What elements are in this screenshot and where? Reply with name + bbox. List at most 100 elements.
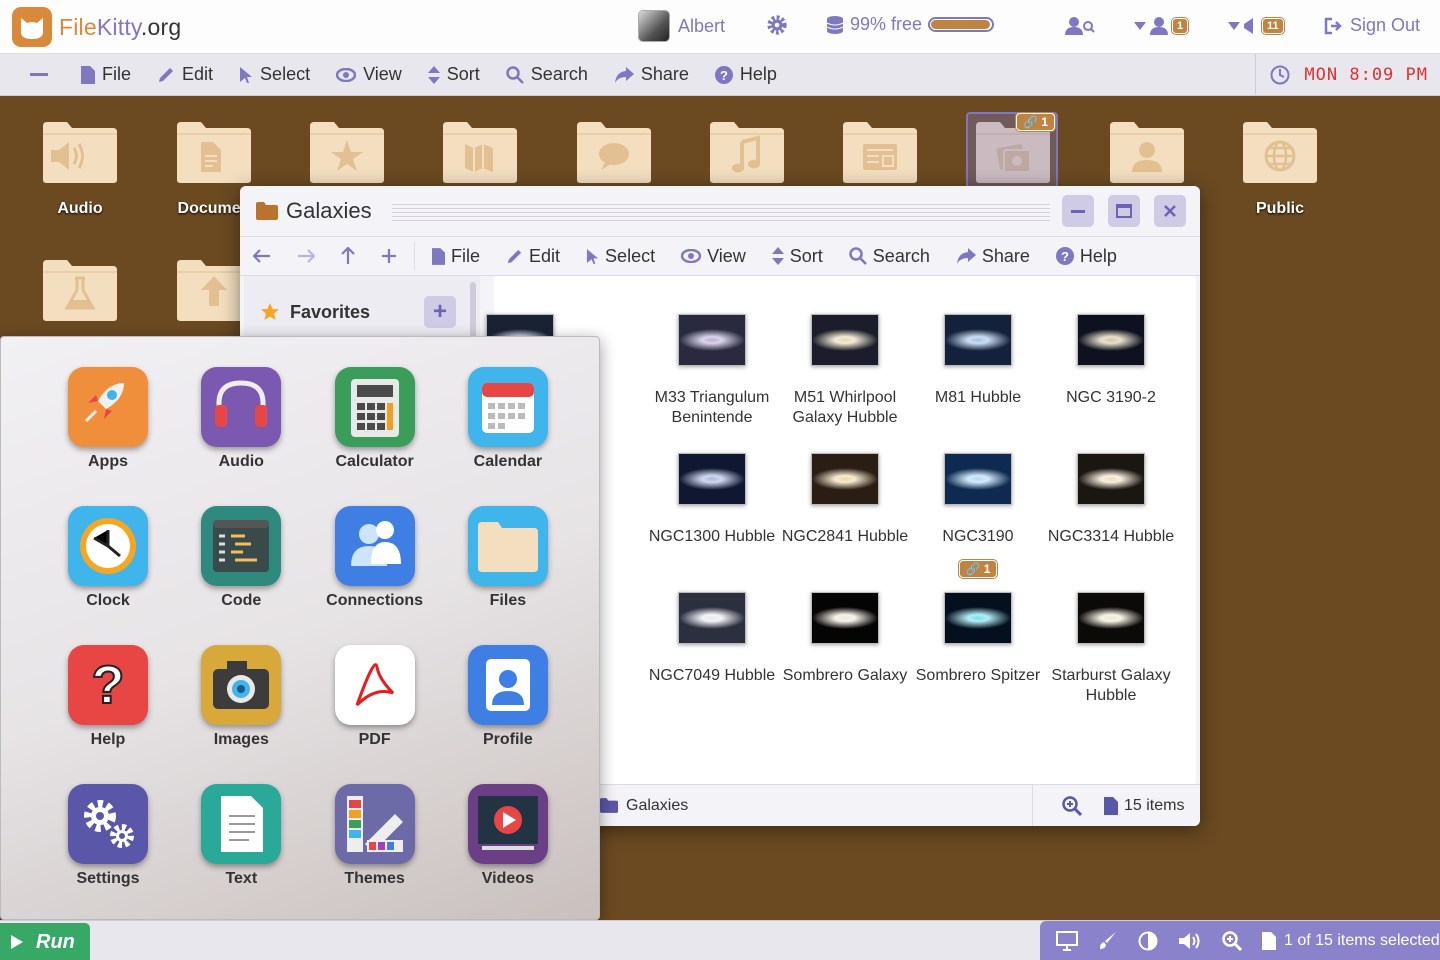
zoom-icon[interactable] (1222, 931, 1242, 951)
user-menu[interactable]: Albert (638, 10, 725, 42)
app-code[interactable]: Code (174, 506, 308, 610)
close-button[interactable] (1154, 195, 1186, 227)
notifications-menu[interactable]: 11 (1228, 16, 1284, 36)
status-divider (1032, 785, 1033, 826)
back-button[interactable] (240, 249, 284, 263)
menu-help[interactable]: ? Help (702, 54, 790, 95)
file-name: M81 Hubble (934, 389, 1022, 406)
app-calculator[interactable]: Calculator (308, 367, 442, 471)
desktop-folder-flask[interactable] (20, 258, 140, 322)
menu-select[interactable]: Select (226, 54, 323, 95)
file-item[interactable]: M51 Whirlpool Galaxy Hubble (780, 314, 910, 428)
app-calendar[interactable]: Calendar (441, 367, 575, 471)
window-menu-sort[interactable]: Sort (759, 246, 836, 267)
file-name: NGC2841 Hubble (781, 528, 909, 545)
desktop-folder-star[interactable] (287, 120, 407, 184)
volume-icon[interactable] (1178, 931, 1202, 951)
menu-share[interactable]: Share (601, 54, 702, 95)
file-item[interactable]: NGC3314 Hubble (1046, 453, 1176, 547)
app-apps[interactable]: Apps (41, 367, 175, 471)
window-titlebar[interactable]: Galaxies (240, 186, 1200, 236)
file-item[interactable]: M33 Triangulum Benintende (647, 314, 777, 428)
maximize-button[interactable] (1108, 195, 1140, 227)
app-text[interactable]: Text (174, 784, 308, 888)
desktop-folder-public[interactable]: Public (1220, 120, 1340, 218)
app-themes[interactable]: Themes (308, 784, 442, 888)
pencil-icon (157, 66, 175, 84)
desktop-folder-news[interactable] (820, 120, 940, 184)
galaxy-thumbnail (678, 453, 746, 505)
window-menu-help[interactable]: ? Help (1043, 246, 1130, 267)
menu-edit[interactable]: Edit (144, 54, 226, 95)
new-button[interactable] (368, 248, 410, 264)
app-settings[interactable]: Settings (41, 784, 175, 888)
users-icon (1149, 16, 1169, 36)
file-item[interactable]: NGC1300 Hubble (647, 453, 777, 547)
sort-icon (427, 65, 440, 84)
sign-out-button[interactable]: Sign Out (1324, 15, 1420, 36)
window-menu-edit[interactable]: Edit (493, 246, 573, 267)
app-pdf[interactable]: PDF (308, 645, 442, 749)
desktop-folder-audio[interactable]: Audio (20, 120, 140, 218)
file-item[interactable]: NGC3190 (913, 453, 1043, 547)
app-help[interactable]: ? Help (41, 645, 175, 749)
up-button[interactable] (328, 247, 368, 265)
desktop-folder-music[interactable] (687, 120, 807, 184)
pointer-icon (239, 66, 253, 84)
window-menu-file[interactable]: File (419, 246, 493, 267)
app-profile[interactable]: Profile (441, 645, 575, 749)
file-item[interactable]: NGC2841 Hubble (780, 453, 910, 547)
window-menu-share-label: Share (981, 245, 1030, 266)
menu-sort[interactable]: Sort (415, 54, 493, 95)
menu-file[interactable]: File (68, 54, 144, 95)
sharing-menu[interactable]: 1 (1134, 16, 1189, 36)
clock[interactable]: MON 8:09 PM (1255, 54, 1428, 96)
path-breadcrumb[interactable]: Galaxies (600, 797, 688, 815)
app-label: Themes (344, 870, 405, 887)
app-images[interactable]: Images (174, 645, 308, 749)
collapse-button[interactable] (0, 54, 68, 95)
app-clock[interactable]: Clock (41, 506, 175, 610)
minimize-button[interactable] (1062, 195, 1094, 227)
file-item[interactable]: 🔗 1 Sombrero Spitzer (913, 560, 1043, 686)
logo[interactable]: FileKitty.org (12, 7, 181, 47)
window-menu-share[interactable]: Share (943, 246, 1043, 267)
desktop-folder-map[interactable] (420, 120, 540, 184)
menu-search[interactable]: Search (493, 54, 601, 95)
app-videos[interactable]: Videos (441, 784, 575, 888)
zoom-icon[interactable] (1062, 795, 1082, 816)
window-menu-search[interactable]: Search (836, 246, 943, 267)
sort-icon (771, 247, 784, 265)
galaxy-thumbnail (944, 314, 1012, 366)
file-item[interactable]: NGC7049 Hubble (647, 592, 777, 686)
app-audio[interactable]: Audio (174, 367, 308, 471)
window-menu-view[interactable]: View (668, 246, 759, 267)
text-icon (201, 784, 282, 864)
user-search-icon[interactable] (1064, 16, 1096, 36)
file-item[interactable]: M81 Hubble (913, 314, 1043, 408)
file-item[interactable]: Starburst Galaxy Hubble (1046, 592, 1176, 706)
gear-icon[interactable] (766, 14, 788, 36)
brush-icon[interactable] (1098, 931, 1118, 951)
system-tray: 1 of 15 items selected (1040, 921, 1440, 960)
run-button[interactable]: Run (0, 923, 90, 960)
clock-icon (1270, 65, 1290, 85)
window-menu-select[interactable]: Select (573, 246, 668, 267)
monitor-icon[interactable] (1056, 931, 1078, 951)
gears-icon (68, 784, 148, 864)
contrast-icon[interactable] (1138, 931, 1158, 951)
desktop-folder-chat[interactable] (554, 120, 674, 184)
rocket-icon (68, 367, 148, 447)
app-files[interactable]: Files (441, 506, 575, 610)
file-item[interactable]: NGC 3190-2 (1046, 314, 1176, 408)
forward-button[interactable] (284, 249, 328, 263)
app-connections[interactable]: Connections (308, 506, 442, 610)
storage-indicator[interactable]: 99% free (826, 14, 995, 35)
menu-view[interactable]: View (323, 54, 415, 95)
cat-logo-icon (12, 7, 52, 47)
app-label: PDF (358, 731, 391, 748)
file-item[interactable]: Sombrero Galaxy (780, 592, 910, 686)
desktop-folder-person[interactable] (1087, 120, 1207, 184)
folder-icon (1241, 120, 1319, 184)
menu-share-label: Share (640, 64, 689, 84)
